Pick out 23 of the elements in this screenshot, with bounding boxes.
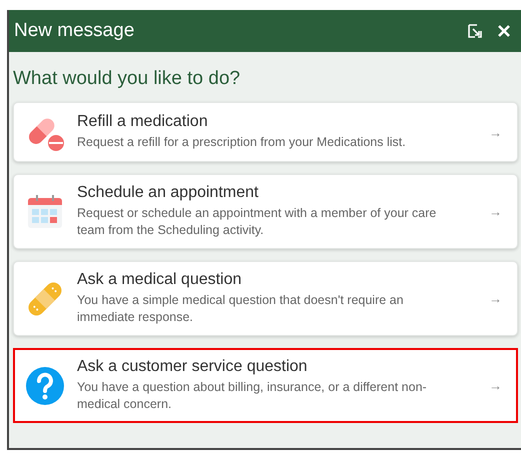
arrow-icon: →: [489, 204, 502, 219]
option-title: Ask a customer service question: [77, 358, 308, 376]
option-description: You have a simple medical question that doesn't require an immediate response.: [77, 292, 404, 326]
popout-button[interactable]: [467, 23, 483, 39]
option-card[interactable]: Refill a medication Request a refill for a prescription from your Medications list. →: [13, 102, 518, 162]
option-card[interactable]: Ask a customer service question You have a question about billing, insurance, or a different non-medical concern. →: [13, 348, 518, 423]
arrow-icon: →: [489, 124, 502, 140]
popout-icon: [467, 23, 483, 39]
window-title: New message: [14, 20, 136, 42]
option-title: Refill a medication: [77, 113, 209, 131]
close-icon: [497, 24, 511, 38]
close-button[interactable]: [497, 24, 511, 38]
option-card[interactable]: Schedule an appointment Request or schedule an appointment with a member of your care team from the Scheduling activity. →: [13, 174, 518, 249]
option-card[interactable]: Ask a medical question You have a simple medical question that doesn't require an immediate response. →: [13, 261, 518, 336]
option-description: You have a question about billing, insurance, or a different non-medical concern.: [77, 379, 428, 413]
arrow-icon: →: [489, 378, 502, 393]
option-description: Request a refill for a prescription from your Medications list.: [77, 134, 407, 151]
help-icon: [25, 366, 65, 406]
option-title: Ask a medical question: [77, 271, 243, 289]
option-title: Schedule an appointment: [77, 184, 260, 202]
prompt-heading: What would you like to do?: [13, 68, 242, 90]
arrow-icon: →: [489, 291, 502, 306]
option-description: Request or schedule an appointment with a member of your care team from the Scheduling activity.: [77, 205, 438, 239]
